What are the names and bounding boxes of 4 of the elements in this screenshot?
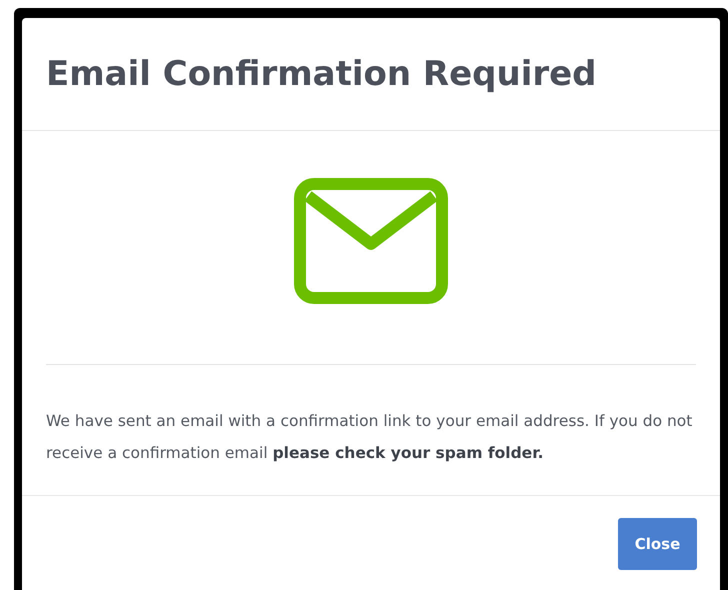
envelope-icon: [294, 178, 448, 304]
confirmation-message: We have sent an email with a confirmation link to your email address. If you do not receive a confirmation email please check your spam folder.: [46, 411, 694, 464]
close-button[interactable]: Close: [618, 518, 697, 570]
dialog-title: Email Confirmation Required: [46, 54, 597, 94]
